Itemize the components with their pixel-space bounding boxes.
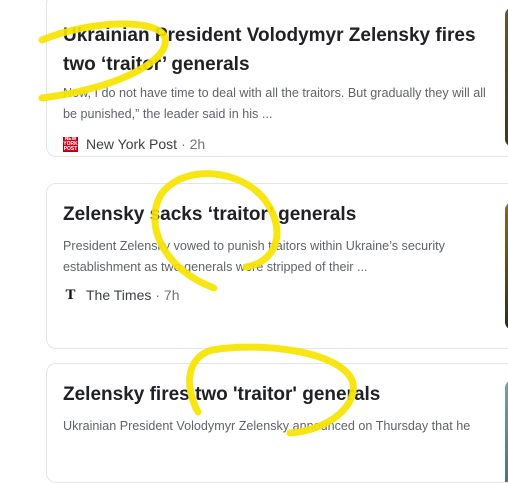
the-times-logo-icon: T — [65, 286, 76, 303]
article-headline[interactable]: Zelensky sacks ‘traitor’ generals — [63, 200, 483, 229]
article-time: · 7h — [155, 287, 180, 303]
article-headline[interactable]: Ukrainian President Volodymyr Zelensky f… — [63, 21, 483, 79]
article-snippet: Now, I do not have time to deal with all… — [63, 86, 486, 121]
source-name[interactable]: The Times — [86, 287, 151, 303]
news-card[interactable]: Zelensky fires two 'traitor' generals Uk… — [46, 363, 508, 483]
news-card[interactable]: Ukrainian President Volodymyr Zelensky f… — [46, 0, 508, 157]
article-time: · 2h — [181, 136, 206, 152]
article-source: T The Times · 7h — [63, 286, 179, 304]
news-card[interactable]: Zelensky sacks ‘traitor’ generals Presid… — [46, 183, 508, 349]
article-source: NEW YORK POST New York Post · 2h — [63, 135, 205, 153]
new-york-post-logo-icon: NEW YORK POST — [63, 135, 78, 152]
article-headline[interactable]: Zelensky fires two 'traitor' generals — [63, 380, 483, 409]
article-snippet: Ukrainian President Volodymyr Zelensky a… — [63, 419, 471, 433]
article-snippet: President Zelensky vowed to punish trait… — [63, 239, 445, 274]
source-name[interactable]: New York Post — [86, 136, 177, 152]
